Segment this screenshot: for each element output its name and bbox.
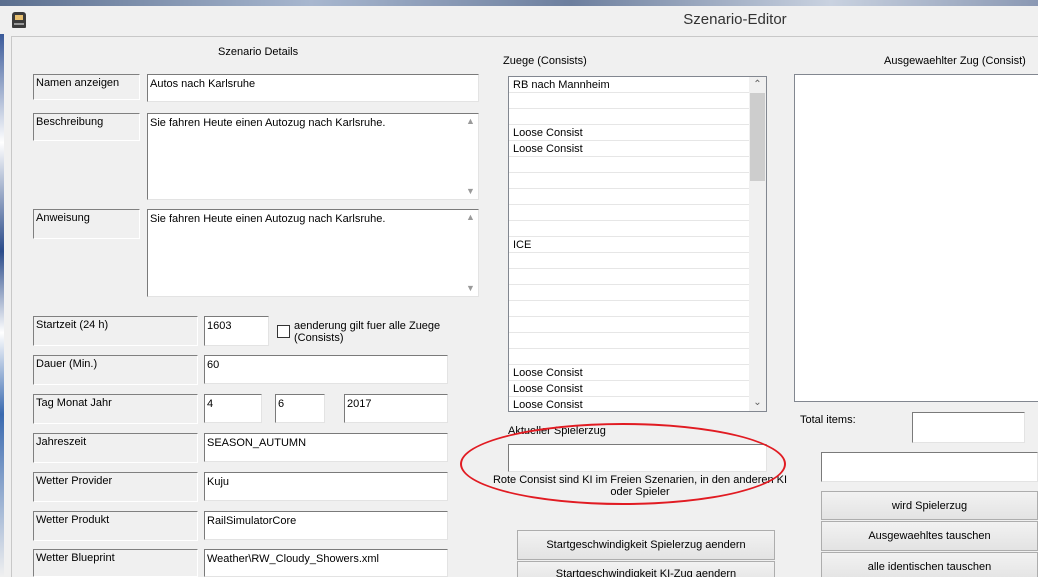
selected-listbox[interactable] (794, 74, 1038, 402)
list-item[interactable] (509, 93, 749, 109)
swap-selected-button[interactable]: Ausgewaehltes tauschen (821, 521, 1038, 551)
player-train-input[interactable] (508, 444, 767, 472)
list-item[interactable] (509, 205, 749, 221)
list-item[interactable] (509, 301, 749, 317)
description-label: Beschreibung (33, 113, 140, 141)
instruction-textarea[interactable]: Sie fahren Heute einen Autozug nach Karl… (147, 209, 479, 297)
list-item[interactable] (509, 157, 749, 173)
list-item[interactable]: Loose Consist (509, 381, 749, 397)
consist-color-note: Rote Consist sind KI im Freien Szenarien… (492, 474, 788, 498)
season-input[interactable]: SEASON_AUTUMN (204, 433, 448, 462)
list-item[interactable] (509, 189, 749, 205)
description-scrollbar[interactable]: ▲ ▼ (463, 114, 478, 199)
swap-identical-button[interactable]: alle identischen tauschen (821, 552, 1038, 577)
name-input[interactable]: Autos nach Karlsruhe (147, 74, 479, 102)
list-item[interactable]: Loose Consist (509, 125, 749, 141)
total-items-input[interactable] (912, 412, 1025, 443)
description-textarea[interactable]: Sie fahren Heute einen Autozug nach Karl… (147, 113, 479, 200)
become-player-button[interactable]: wird Spielerzug (821, 491, 1038, 520)
instruction-label: Anweisung (33, 209, 140, 239)
player-train-label: Aktueller Spielerzug (508, 425, 606, 437)
duration-input[interactable]: 60 (204, 355, 448, 384)
chevron-up-icon[interactable]: ⌃ (749, 77, 766, 93)
list-item[interactable] (509, 269, 749, 285)
details-heading: Szenario Details (218, 46, 299, 58)
apply-all-checkbox[interactable] (277, 325, 290, 338)
weather-blueprint-label: Wetter Blueprint (33, 549, 198, 577)
desktop-background-edge (0, 34, 4, 577)
list-item[interactable]: ICE (509, 237, 749, 253)
selected-name-input[interactable] (821, 452, 1038, 482)
change-player-speed-button[interactable]: Startgeschwindigkeit Spielerzug aendern (517, 530, 775, 560)
selected-heading: Ausgewaehlter Zug (Consist) (884, 55, 1026, 67)
weather-provider-label: Wetter Provider (33, 472, 198, 502)
scroll-down-icon[interactable]: ▼ (463, 184, 478, 199)
consists-scrollbar[interactable]: ⌃ ⌄ (749, 77, 766, 411)
list-item[interactable] (509, 109, 749, 125)
start-time-label: Startzeit (24 h) (33, 316, 198, 346)
apply-all-label: aenderung gilt fuer alle Zuege (Consists… (294, 320, 441, 344)
instruction-text: Sie fahren Heute einen Autozug nach Karl… (150, 213, 386, 225)
scroll-thumb[interactable] (750, 93, 765, 181)
weather-product-input[interactable]: RailSimulatorCore (204, 511, 448, 540)
list-item[interactable]: Loose Consist (509, 365, 749, 381)
start-time-input[interactable]: 1603 (204, 316, 269, 346)
month-input[interactable]: 6 (275, 394, 325, 423)
date-label: Tag Monat Jahr (33, 394, 198, 424)
list-item[interactable] (509, 253, 749, 269)
change-ai-speed-button[interactable]: Startgeschwindigkeit KI-Zug aendern (517, 561, 775, 577)
year-input[interactable]: 2017 (344, 394, 448, 423)
weather-blueprint-input[interactable]: Weather\RW_Cloudy_Showers.xml (204, 549, 448, 577)
list-item[interactable] (509, 317, 749, 333)
name-label: Namen anzeigen (33, 74, 140, 100)
scroll-down-icon[interactable]: ▼ (463, 281, 478, 296)
chevron-down-icon[interactable]: ⌄ (749, 395, 766, 411)
list-item[interactable] (509, 333, 749, 349)
duration-label: Dauer (Min.) (33, 355, 198, 385)
scroll-up-icon[interactable]: ▲ (463, 210, 478, 225)
scroll-up-icon[interactable]: ▲ (463, 114, 478, 129)
total-items-label: Total items: (800, 414, 856, 426)
list-item[interactable] (509, 221, 749, 237)
consists-heading: Zuege (Consists) (503, 55, 587, 67)
day-input[interactable]: 4 (204, 394, 262, 423)
season-label: Jahreszeit (33, 433, 198, 463)
list-item[interactable]: RB nach Mannheim (509, 77, 749, 93)
window-title: Szenario-Editor (683, 11, 787, 28)
list-item[interactable]: Loose Consist (509, 141, 749, 157)
weather-product-label: Wetter Produkt (33, 511, 198, 541)
consists-listbox[interactable]: RB nach Mannheim Loose Consist Loose Consi… (508, 76, 767, 412)
list-item[interactable]: Loose Consist (509, 397, 749, 411)
list-item[interactable] (509, 285, 749, 301)
weather-provider-input[interactable]: Kuju (204, 472, 448, 501)
list-item[interactable] (509, 173, 749, 189)
description-text: Sie fahren Heute einen Autozug nach Karl… (150, 117, 386, 129)
list-item[interactable] (509, 349, 749, 365)
instruction-scrollbar[interactable]: ▲ ▼ (463, 210, 478, 296)
